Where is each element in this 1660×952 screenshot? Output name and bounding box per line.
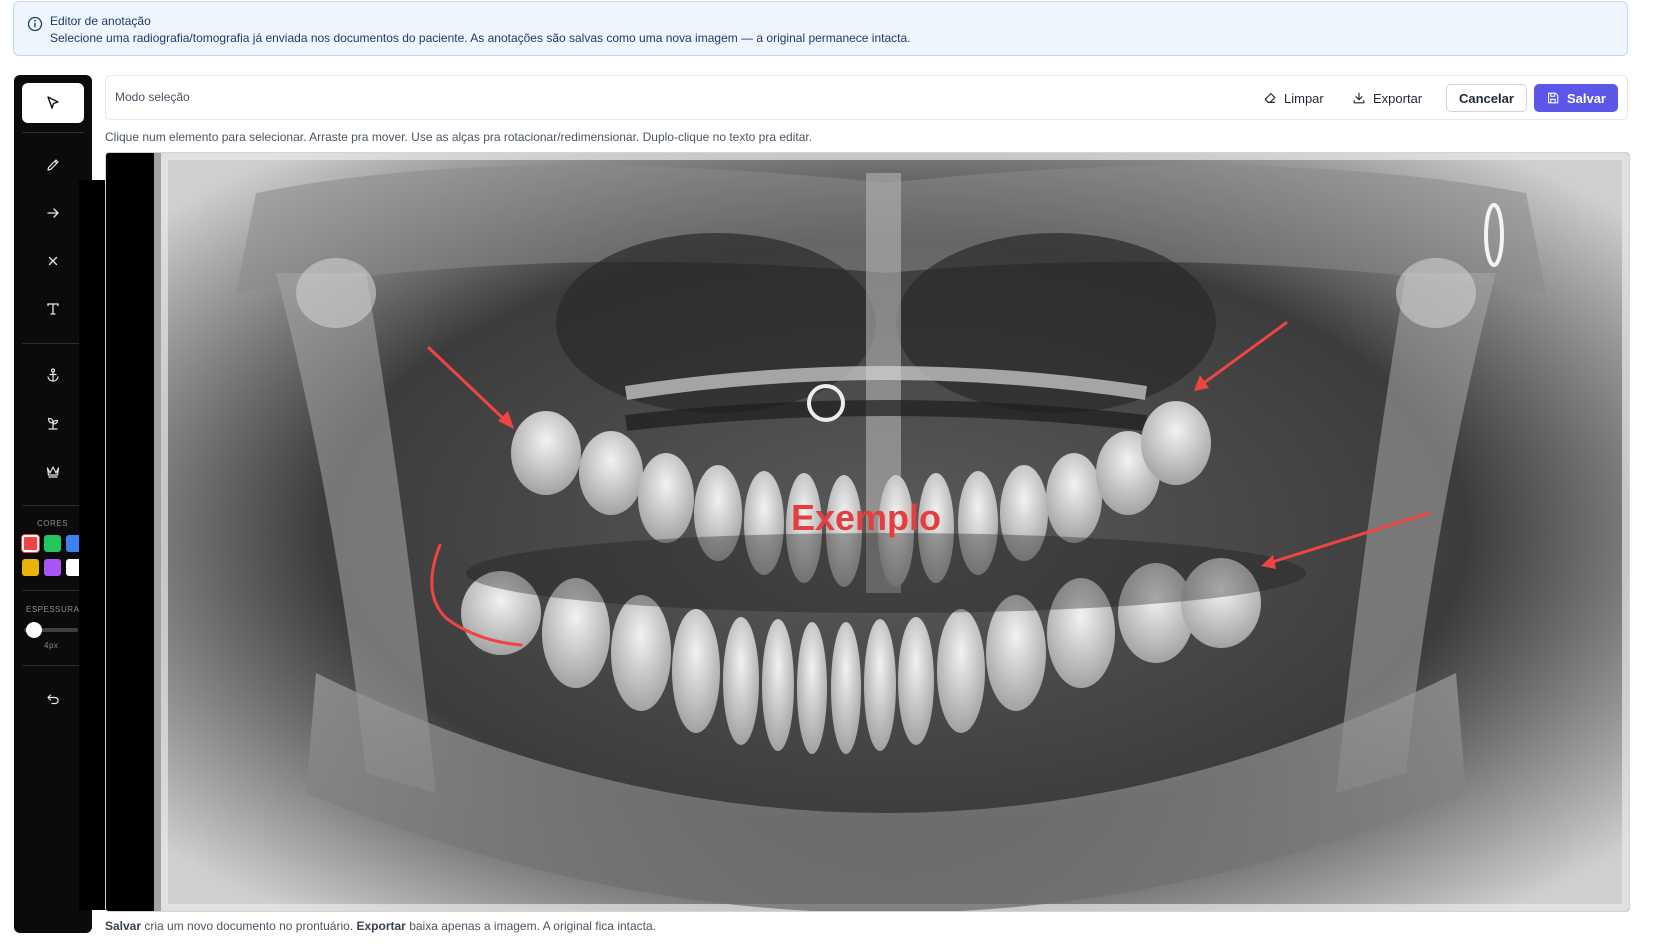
clear-button[interactable]: Limpar: [1263, 84, 1324, 112]
download-icon: [1353, 92, 1365, 104]
thickness-slider-thumb[interactable]: [26, 622, 42, 638]
pencil-tool-button[interactable]: [22, 145, 84, 185]
undo-icon: [47, 694, 59, 705]
footer-save-word: Salvar: [105, 919, 142, 933]
crown-tool-button[interactable]: [22, 451, 84, 491]
rail-divider: [22, 343, 84, 344]
save-label: Salvar: [1566, 90, 1606, 106]
editor-toolbar: Modo seleção Limpar Exportar Cancelar Sa…: [105, 75, 1628, 120]
export-label: Exportar: [1373, 90, 1423, 106]
crown-icon: [46, 466, 60, 478]
save-icon: [1548, 92, 1559, 104]
implant-tool-button[interactable]: [22, 355, 84, 395]
undo-tool-button[interactable]: [22, 679, 84, 719]
usage-hint: Clique num elemento para selecionar. Arr…: [105, 130, 813, 144]
arrow-right-icon: [47, 208, 59, 218]
save-button[interactable]: Salvar: [1534, 84, 1618, 112]
sprout-icon: [47, 417, 59, 430]
banner-title: Editor de anotação: [50, 14, 151, 28]
pencil-icon: [47, 159, 59, 171]
color-swatch-red[interactable]: [22, 535, 39, 552]
info-banner: Editor de anotação Selecione uma radiogr…: [13, 1, 1628, 56]
x-icon: [48, 256, 58, 266]
footer-export-text: baixa apenas a imagem. A original fica i…: [405, 919, 657, 933]
annotation-text[interactable]: Exemplo: [791, 497, 941, 538]
cancel-button[interactable]: Cancelar: [1446, 84, 1527, 112]
color-swatch-yellow[interactable]: [22, 559, 39, 576]
color-swatch-purple[interactable]: [44, 559, 61, 576]
eraser-icon: [1264, 93, 1276, 103]
x-mark-tool-button[interactable]: [22, 241, 84, 281]
info-icon: [27, 16, 43, 32]
text-tool-button[interactable]: [22, 289, 84, 329]
text-icon: [47, 303, 59, 315]
root-tool-button[interactable]: [22, 403, 84, 443]
rail-divider: [22, 505, 84, 506]
rail-divider: [22, 590, 84, 591]
footer-save-text: cria um novo documento no prontuário.: [141, 919, 357, 933]
banner-text: Selecione uma radiografia/tomografia já …: [50, 31, 911, 45]
cursor-arrow-icon: [47, 96, 59, 109]
footer-export-word: Exportar: [356, 919, 406, 933]
color-swatch-green[interactable]: [44, 535, 61, 552]
arrow-tool-button[interactable]: [22, 193, 84, 233]
export-button[interactable]: Exportar: [1352, 84, 1422, 112]
annotation-canvas[interactable]: Exemplo: [105, 152, 1630, 912]
rail-divider: [22, 665, 84, 666]
footer-note: Salvar cria um novo documento no prontuá…: [105, 919, 656, 933]
mode-label: Modo seleção: [115, 90, 190, 104]
anchor-icon: [47, 368, 59, 382]
select-tool-button[interactable]: [22, 83, 84, 123]
rail-divider: [22, 132, 84, 133]
clear-label: Limpar: [1284, 90, 1324, 106]
panoramic-radiograph: Exemplo: [106, 153, 1629, 911]
